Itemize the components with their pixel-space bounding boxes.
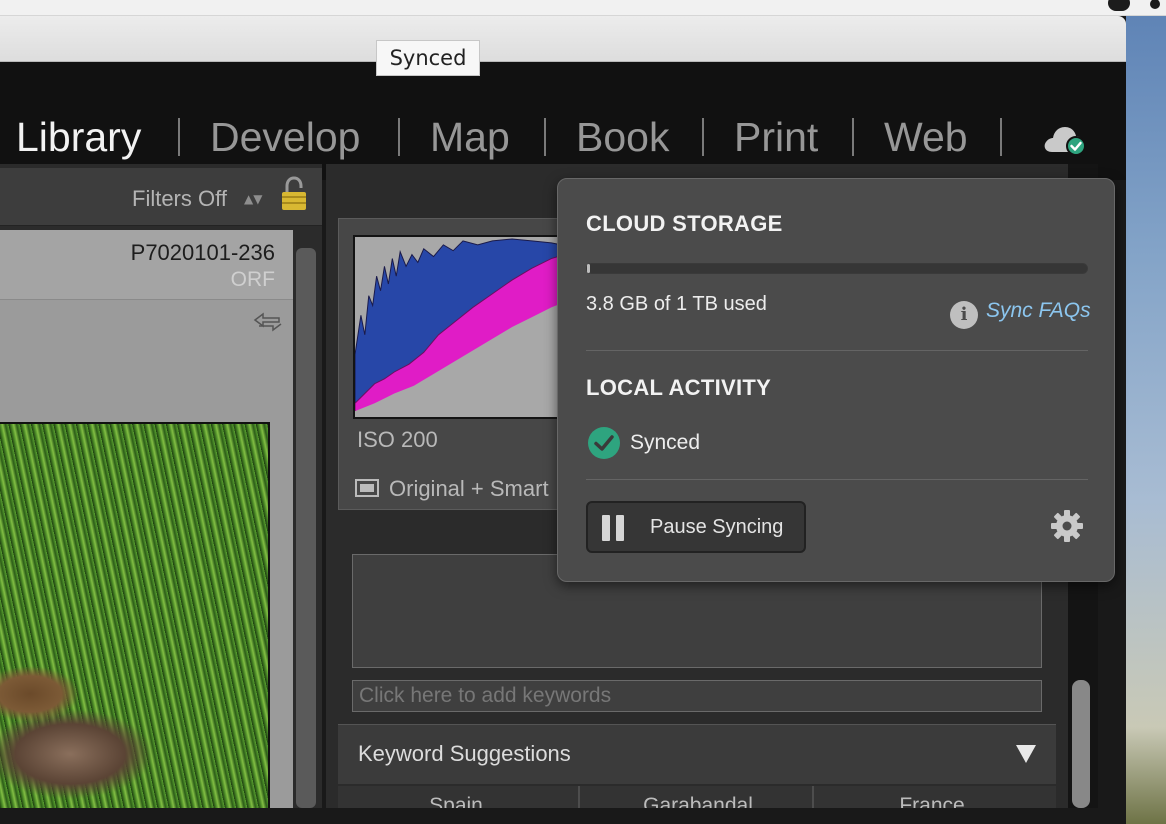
module-separator [398,118,400,156]
desktop-background [1126,16,1166,824]
storage-usage-fill [587,264,590,273]
module-book[interactable]: Book [576,114,669,161]
histogram-graph [353,235,573,419]
keyword-suggestions-header[interactable]: Keyword Suggestions [338,724,1056,784]
synced-tooltip: Synced [376,40,480,76]
module-map[interactable]: Map [430,114,510,161]
gear-icon[interactable] [1050,509,1084,543]
module-separator [852,118,854,156]
keyword-suggestions-title: Keyword Suggestions [358,741,571,766]
menubar-status-icon[interactable] [1108,0,1130,11]
photo-filename: P7020101-236 [130,240,275,265]
filter-lock-icon[interactable] [280,176,308,212]
storage-usage-text: 3.8 GB of 1 TB used [586,293,767,315]
right-panel-scrollbar-thumb[interactable] [1072,680,1090,808]
pause-syncing-label: Pause Syncing [650,516,784,538]
popover-divider [586,479,1088,480]
original-smart-preview-label: Original + Smart [389,476,549,501]
system-menubar [0,0,1166,16]
synced-check-icon [588,427,620,459]
grid-panel: Filters Off ▲▼ P7020101-236 ORF [0,164,322,808]
keyword-suggestion-garabandal[interactable]: Garabandal [580,786,816,808]
module-picker: Library Develop Map Book Print Web [0,62,1126,180]
module-library[interactable]: Library [16,114,141,161]
window-titlebar[interactable] [0,16,1126,62]
info-icon[interactable]: i [950,301,978,329]
grid-scrollbar[interactable] [296,248,316,808]
popover-divider [586,350,1088,351]
sync-faqs-link[interactable]: Sync FAQs [986,299,1091,323]
filters-dropdown[interactable]: Filters Off [132,186,227,212]
photo-grid-cell[interactable]: P7020101-236 ORF [0,230,293,808]
collapse-triangle-icon[interactable] [1016,745,1036,763]
sync-status-text: Synced [630,431,701,454]
original-smart-preview-icon [355,479,379,497]
photo-thumbnail[interactable] [0,422,270,808]
pause-syncing-button[interactable]: Pause Syncing [586,501,806,553]
keyword-suggestion-row: Spain Garabandal France [338,786,1056,808]
keyword-suggestion-france[interactable]: France [814,786,1050,808]
filters-dropdown-arrow-icon[interactable]: ▲▼ [244,192,262,206]
storage-usage-bar [586,263,1088,274]
filter-bar: Filters Off ▲▼ [0,168,322,226]
photo-cell-header: P7020101-236 ORF [0,230,293,300]
pause-icon [600,515,626,541]
module-separator [702,118,704,156]
iso-value: ISO 200 [357,427,438,452]
add-keywords-input[interactable]: Click here to add keywords [352,680,1042,712]
keyword-suggestion-spain[interactable]: Spain [338,786,574,808]
module-print[interactable]: Print [734,114,818,161]
module-web[interactable]: Web [884,114,968,161]
cloud-sync-popover: CLOUD STORAGE 3.8 GB of 1 TB used i Sync… [557,178,1115,582]
module-separator [1000,118,1002,156]
swap-arrows-icon[interactable] [251,310,285,334]
menubar-dot-icon[interactable] [1150,0,1160,9]
module-separator [178,118,180,156]
module-separator [544,118,546,156]
cloud-storage-title: CLOUD STORAGE [586,211,783,236]
module-develop[interactable]: Develop [210,114,360,161]
photo-extension: ORF [230,268,275,291]
cloud-synced-icon[interactable] [1042,122,1090,156]
local-activity-title: LOCAL ACTIVITY [586,375,772,400]
